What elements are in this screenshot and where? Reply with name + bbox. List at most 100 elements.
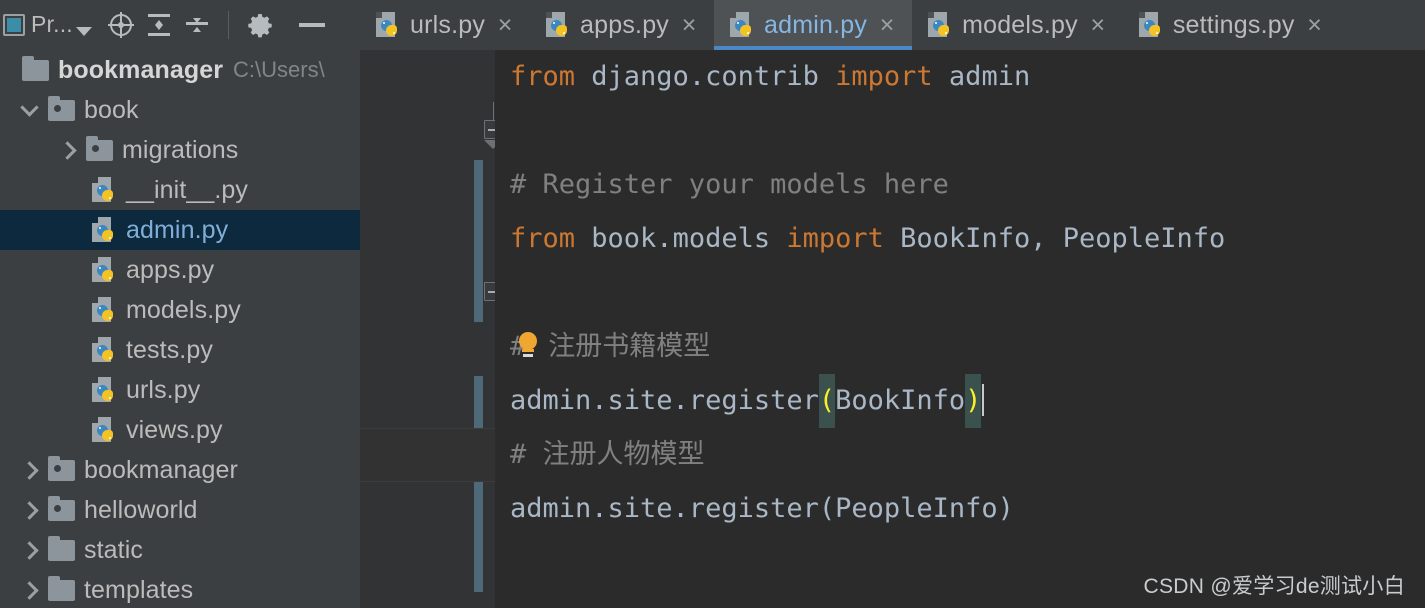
expand-all-icon	[146, 12, 172, 38]
chevron-right-icon	[19, 500, 39, 520]
close-icon[interactable]: ×	[678, 12, 700, 38]
lightbulb-icon[interactable]	[517, 332, 539, 358]
chevron-right-icon	[19, 540, 39, 560]
tree-item-label: migrations	[122, 135, 239, 164]
python-file-icon	[730, 11, 755, 39]
close-icon[interactable]: ×	[494, 12, 516, 38]
collapse-all-icon	[184, 12, 210, 38]
token-module: book.models	[575, 223, 787, 254]
tree-row-models-py[interactable]: models.py	[0, 290, 360, 330]
project-view-selector[interactable]: Pr...	[2, 10, 92, 37]
tab-label: admin.py	[764, 10, 868, 39]
token-keyword: from	[510, 223, 576, 254]
tree-row-admin-py[interactable]: admin.py	[0, 210, 360, 250]
token-statement: admin.site.register(PeopleInfo)	[510, 493, 1014, 524]
python-file-icon	[92, 416, 117, 444]
tree-row-templates[interactable]: templates	[0, 570, 360, 608]
code-text-area[interactable]: from django.contrib import admin # Regis…	[495, 50, 1425, 608]
chevron-right-icon	[19, 460, 39, 480]
folder-icon	[48, 575, 75, 601]
toolbar-divider	[227, 11, 229, 39]
text-caret	[982, 384, 985, 416]
tree-item-label: tests.py	[126, 335, 213, 364]
tab-admin-py[interactable]: admin.py ×	[714, 0, 913, 50]
tree-item-label: templates	[84, 575, 194, 604]
tree-row-views-py[interactable]: views.py	[0, 410, 360, 450]
twisty-collapsed[interactable]	[10, 460, 48, 480]
code-line-1: from django.contrib import admin	[495, 50, 1425, 104]
tree-item-label: apps.py	[126, 255, 215, 284]
tab-settings-py[interactable]: settings.py ×	[1122, 0, 1340, 50]
tree-item-label: urls.py	[126, 375, 201, 404]
locate-file-button[interactable]	[102, 6, 140, 44]
tab-label: settings.py	[1172, 10, 1295, 39]
tree-row-apps-py[interactable]: apps.py	[0, 250, 360, 290]
twisty-expanded[interactable]	[10, 97, 48, 117]
pycharm-window: Pr... urls.py × apps.py × admin.py × mod…	[0, 0, 1425, 608]
tree-row-urls-py[interactable]: urls.py	[0, 370, 360, 410]
token-brace-open: (	[818, 374, 836, 428]
tree-row-bookmanager[interactable]: bookmanager	[0, 450, 360, 490]
settings-button[interactable]	[241, 6, 279, 44]
token-keyword: from	[510, 61, 576, 92]
hide-panel-button[interactable]	[293, 6, 331, 44]
close-icon[interactable]: ×	[1087, 12, 1109, 38]
gear-icon	[248, 13, 272, 38]
python-file-icon	[92, 176, 117, 204]
tree-row-book[interactable]: book	[0, 90, 360, 130]
top-strip: Pr... urls.py × apps.py × admin.py × mod…	[0, 0, 1425, 50]
code-line-4: from book.models import BookInfo, People…	[495, 212, 1425, 266]
tree-row-migrations[interactable]: migrations	[0, 130, 360, 170]
token-comment: # 注册人物模型	[510, 439, 705, 470]
expand-all-button[interactable]	[140, 6, 178, 44]
close-icon[interactable]: ×	[1304, 12, 1326, 38]
tree-item-label: admin.py	[126, 215, 229, 244]
tree-row-static[interactable]: static	[0, 530, 360, 570]
close-icon[interactable]: ×	[876, 12, 898, 38]
project-view-label: Pr...	[31, 10, 73, 37]
tree-item-label: static	[84, 535, 143, 564]
tree-item-label: book	[84, 95, 139, 124]
token-call: admin.site.register	[510, 385, 819, 416]
project-tree-panel[interactable]: bookmanager C:\Users\ book migrations __…	[0, 50, 360, 608]
tree-row-root[interactable]: bookmanager C:\Users\	[0, 50, 360, 90]
code-line-8: # 注册人物模型	[495, 428, 1425, 482]
code-editor[interactable]: 1 2 3 4 5 6 7 8 9 10 from django.contrib…	[360, 50, 1425, 608]
folder-module-icon	[86, 135, 113, 161]
code-line-3: # Register your models here	[495, 158, 1425, 212]
tree-item-label: __init__.py	[126, 175, 249, 204]
tree-row-init-py[interactable]: __init__.py	[0, 170, 360, 210]
python-file-icon	[376, 11, 401, 39]
folder-module-icon	[48, 495, 75, 521]
editor-tab-bar: urls.py × apps.py × admin.py × models.py…	[360, 0, 1425, 50]
folder-icon	[22, 55, 49, 81]
collapse-all-button[interactable]	[178, 6, 216, 44]
chevron-down-icon[interactable]	[75, 26, 92, 36]
code-line-9: admin.site.register(PeopleInfo)	[495, 482, 1425, 536]
tab-apps-py[interactable]: apps.py ×	[530, 0, 715, 50]
twisty-collapsed[interactable]	[10, 540, 48, 560]
twisty-collapsed[interactable]	[48, 140, 86, 160]
code-line-6: # 注册书籍模型	[495, 320, 1425, 374]
tree-row-helloworld[interactable]: helloworld	[0, 490, 360, 530]
vcs-change-marker	[474, 376, 483, 592]
minimize-icon	[298, 23, 325, 27]
editor-gutter[interactable]	[360, 50, 490, 608]
python-file-icon	[92, 256, 117, 284]
python-file-icon	[92, 216, 117, 244]
tree-item-label: bookmanager	[58, 55, 224, 84]
tree-row-tests-py[interactable]: tests.py	[0, 330, 360, 370]
tab-urls-py[interactable]: urls.py ×	[360, 0, 531, 50]
tree-item-label: models.py	[126, 295, 241, 324]
python-file-icon	[92, 296, 117, 324]
vcs-change-marker	[474, 160, 483, 322]
tab-label: urls.py	[410, 10, 486, 39]
twisty-collapsed[interactable]	[10, 500, 48, 520]
twisty-collapsed[interactable]	[10, 580, 48, 600]
token-comment: # Register your models here	[510, 169, 949, 200]
token-keyword: import	[835, 61, 933, 92]
locate-icon	[107, 12, 134, 38]
tab-models-py[interactable]: models.py ×	[912, 0, 1123, 50]
